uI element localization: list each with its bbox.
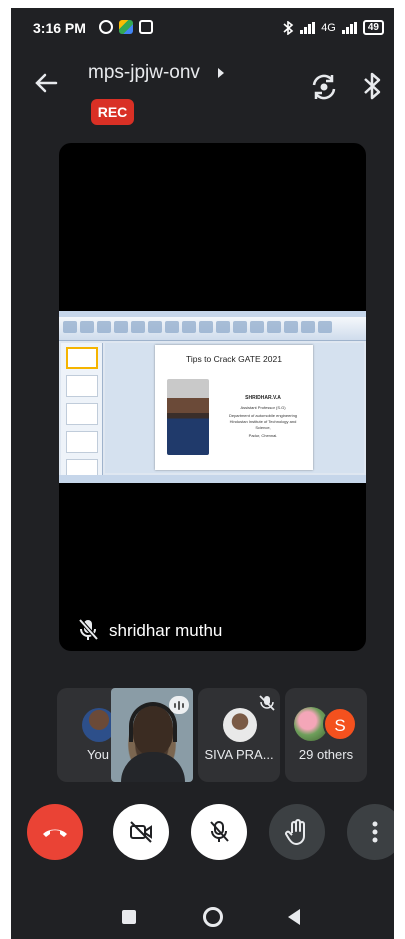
alarm-icon <box>99 20 113 34</box>
recents-button[interactable] <box>122 910 136 924</box>
cast-icon <box>139 20 153 34</box>
bluetooth-status-icon <box>283 20 294 35</box>
slide-area: Tips to Crack GATE 2021 SHRIDHAR.V.A Ass… <box>105 343 364 473</box>
slide-line: Hindustan Institute of Technology and <box>229 419 297 424</box>
shared-screen: Tips to Crack GATE 2021 SHRIDHAR.V.A Ass… <box>59 311 366 483</box>
participant-tile-others[interactable]: S 29 others <box>285 688 367 782</box>
participant-name: SIVA PRA... <box>204 747 274 762</box>
mic-off-icon <box>259 695 275 711</box>
end-call-button[interactable] <box>27 804 83 860</box>
avatar <box>223 708 257 742</box>
ppt-status-bar <box>59 475 366 483</box>
system-icons: 4G 49 <box>282 20 384 35</box>
phone-hangup-icon <box>43 829 67 837</box>
participant-name: 29 others <box>298 747 354 762</box>
raise-hand-button[interactable] <box>269 804 325 860</box>
battery-icon: 49 <box>362 20 384 35</box>
status-time: 3:16 PM <box>33 20 86 36</box>
bluetooth-audio-icon[interactable] <box>361 70 383 102</box>
slide-line: Department of automobile engineering <box>228 413 298 418</box>
notification-icons <box>99 20 153 34</box>
slide-line: Padur, Chennai. <box>248 433 278 438</box>
slide-title: Tips to Crack GATE 2021 <box>186 354 282 364</box>
network-type-label: 4G <box>321 21 336 34</box>
status-bar: 3:16 PM 4G 49 <box>11 8 394 48</box>
main-video-tile[interactable]: Tips to Crack GATE 2021 SHRIDHAR.V.A Ass… <box>59 143 366 651</box>
chevron-right-icon[interactable] <box>218 68 224 78</box>
meeting-code[interactable]: mps-jpjw-onv <box>88 62 200 84</box>
presenter-name: shridhar muthu <box>109 621 223 640</box>
slide-line: Assistant Professor (S.G) <box>240 405 286 410</box>
mic-off-icon <box>78 618 99 641</box>
presenter-photo <box>167 379 209 455</box>
more-options-button[interactable] <box>347 804 394 860</box>
raise-hand-icon <box>285 819 305 845</box>
videocam-off-icon <box>130 821 152 843</box>
signal-icon-2 <box>341 21 357 34</box>
more-vert-icon <box>372 821 378 843</box>
meet-call-screen: 3:16 PM 4G 49 mps-jpjw-onv REC Tips to C… <box>11 8 394 939</box>
mic-toggle-button[interactable] <box>191 804 247 860</box>
switch-camera-icon[interactable] <box>308 71 340 103</box>
camera-toggle-button[interactable] <box>113 804 169 860</box>
participant-video-body <box>121 752 185 782</box>
home-button[interactable] <box>203 907 223 927</box>
participant-video-tile[interactable] <box>111 688 193 782</box>
speaking-indicator-icon <box>169 696 189 714</box>
slide-author-name: SHRIDHAR.V.A <box>245 395 281 401</box>
slide-line: Science, <box>255 425 271 430</box>
signal-icon <box>300 21 316 34</box>
photos-icon <box>119 20 133 34</box>
ppt-ribbon <box>59 311 366 341</box>
participant-tile-siva[interactable]: SIVA PRA... <box>198 688 280 782</box>
slide-thumbnails <box>61 343 103 481</box>
back-arrow-icon[interactable] <box>31 68 61 98</box>
recording-badge: REC <box>91 99 134 125</box>
current-slide: Tips to Crack GATE 2021 SHRIDHAR.V.A Ass… <box>155 345 313 470</box>
avatar-letter: S <box>323 707 357 741</box>
mic-off-icon <box>210 821 229 842</box>
back-button[interactable] <box>288 909 300 925</box>
